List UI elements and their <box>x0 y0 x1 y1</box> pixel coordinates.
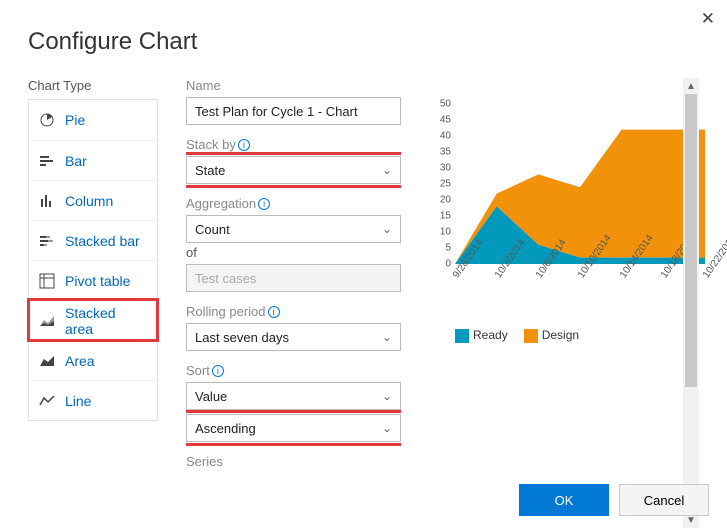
of-label: of <box>186 245 401 260</box>
stacked-area-icon <box>39 313 55 329</box>
legend-label-ready: Ready <box>473 328 508 342</box>
y-tick: 10 <box>440 227 451 238</box>
stack-by-label: Stack byi <box>186 137 401 152</box>
pie-icon <box>39 112 55 128</box>
chart-type-column-label: Column <box>65 193 113 209</box>
chart-type-stacked-bar[interactable]: Stacked bar <box>29 220 157 260</box>
y-tick: 0 <box>445 259 451 270</box>
chart-type-stacked-area-label: Stacked area <box>65 305 147 337</box>
aggregation-value: Count <box>195 222 230 237</box>
scroll-track[interactable] <box>683 94 699 512</box>
stack-by-value: State <box>195 163 225 178</box>
rolling-period-value: Last seven days <box>195 330 289 345</box>
aggregation-select[interactable]: Count ⌄ <box>186 215 401 243</box>
name-input[interactable]: Test Plan for Cycle 1 - Chart <box>186 97 401 125</box>
y-tick: 25 <box>440 179 451 190</box>
cancel-button-label: Cancel <box>644 493 684 508</box>
legend-label-design: Design <box>542 328 579 342</box>
name-input-value: Test Plan for Cycle 1 - Chart <box>195 104 358 119</box>
chart-preview: 05101520253035404550 9/28/201410/2/20141… <box>429 104 677 364</box>
info-icon[interactable]: i <box>268 306 280 318</box>
bar-icon <box>39 153 55 169</box>
sort-by-select[interactable]: Value ⌄ <box>186 382 401 410</box>
chart-type-column[interactable]: Column <box>29 180 157 220</box>
stack-by-select[interactable]: State ⌄ <box>186 156 401 184</box>
name-label: Name <box>186 78 401 93</box>
info-icon[interactable]: i <box>212 365 224 377</box>
rolling-period-label: Rolling periodi <box>186 304 401 319</box>
dialog-title: Configure Chart <box>28 28 699 56</box>
column-icon <box>39 193 55 209</box>
aggregation-label: Aggregationi <box>186 196 401 211</box>
chart-type-list: Pie Bar Column Stacked bar Pivot table <box>28 99 158 421</box>
chevron-down-icon: ⌄ <box>382 330 392 344</box>
sort-by-value: Value <box>195 389 227 404</box>
chevron-down-icon: ⌄ <box>382 389 392 403</box>
chart-type-stacked-bar-label: Stacked bar <box>65 233 140 249</box>
chevron-down-icon: ⌄ <box>382 163 392 177</box>
scroll-up-icon[interactable]: ▲ <box>683 78 699 94</box>
y-tick: 35 <box>440 147 451 158</box>
y-tick: 20 <box>440 195 451 206</box>
of-field-input: Test cases <box>186 264 401 292</box>
sort-dir-select[interactable]: Ascending ⌄ <box>186 414 401 442</box>
info-icon[interactable]: i <box>238 139 250 151</box>
legend-swatch-design <box>524 329 538 343</box>
chart-type-area-label: Area <box>65 353 95 369</box>
rolling-period-select[interactable]: Last seven days ⌄ <box>186 323 401 351</box>
y-tick: 45 <box>440 115 451 126</box>
chart-type-pie-label: Pie <box>65 112 85 128</box>
chart-type-line-label: Line <box>65 393 91 409</box>
chart-type-pivot-table-label: Pivot table <box>65 273 130 289</box>
cancel-button[interactable]: Cancel <box>619 484 709 516</box>
chevron-down-icon: ⌄ <box>382 222 392 236</box>
chart-type-label: Chart Type <box>28 78 158 93</box>
chart-type-pie[interactable]: Pie <box>29 100 157 140</box>
chart-type-stacked-area[interactable]: Stacked area <box>29 300 157 340</box>
line-icon <box>39 393 55 409</box>
of-field-value: Test cases <box>195 271 256 286</box>
stacked-bar-icon <box>39 233 55 249</box>
chart-type-pivot-table[interactable]: Pivot table <box>29 260 157 300</box>
chart-type-area[interactable]: Area <box>29 340 157 380</box>
y-tick: 15 <box>440 211 451 222</box>
scroll-thumb[interactable] <box>685 94 697 387</box>
chevron-down-icon: ⌄ <box>382 421 392 435</box>
chart-type-bar-label: Bar <box>65 153 87 169</box>
close-icon[interactable]: ✕ <box>701 10 715 27</box>
scrollbar[interactable]: ▲ ▼ <box>683 78 699 528</box>
ok-button-label: OK <box>555 493 574 508</box>
sort-label: Sorti <box>186 363 401 378</box>
y-tick: 40 <box>440 131 451 142</box>
chart-legend: Ready Design <box>455 328 579 343</box>
pivot-table-icon <box>39 273 55 289</box>
chart-type-line[interactable]: Line <box>29 380 157 420</box>
legend-swatch-ready <box>455 329 469 343</box>
sort-dir-value: Ascending <box>195 421 256 436</box>
ok-button[interactable]: OK <box>519 484 609 516</box>
y-tick: 30 <box>440 163 451 174</box>
series-label: Series <box>186 454 401 469</box>
chart-type-bar[interactable]: Bar <box>29 140 157 180</box>
y-tick: 50 <box>440 99 451 110</box>
y-tick: 5 <box>445 243 451 254</box>
info-icon[interactable]: i <box>258 198 270 210</box>
area-icon <box>39 353 55 369</box>
